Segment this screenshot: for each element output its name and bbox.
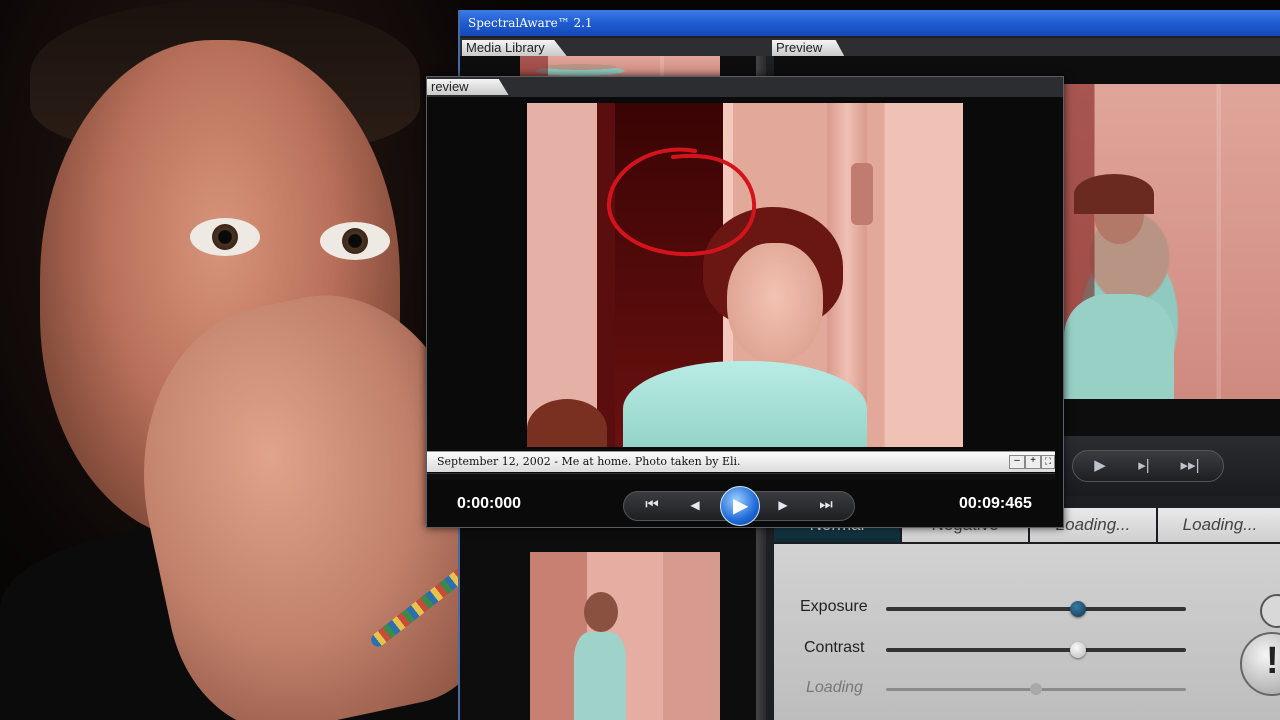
mode-tab-loading-2[interactable]: Loading...	[1158, 508, 1280, 542]
photo-woman-shirt	[623, 361, 867, 447]
left-eye	[190, 218, 260, 256]
play-icon: ▶	[733, 495, 749, 517]
minimize-icon[interactable]: –	[1009, 455, 1025, 469]
current-time: 0:00:000	[457, 495, 522, 512]
fullscreen-icon[interactable]: ⛶	[1041, 455, 1055, 469]
timeline-bar[interactable]	[427, 473, 1055, 480]
tab-preview-front[interactable]: review	[427, 79, 509, 95]
preview-photo	[527, 103, 963, 447]
loading-label: Loading	[806, 679, 863, 696]
skip-forward-icon[interactable]: ⏭	[806, 490, 846, 520]
loading-slider-knob	[1030, 683, 1042, 695]
round-control-button[interactable]	[1260, 594, 1280, 628]
exposure-slider-knob[interactable]	[1070, 601, 1086, 617]
zoom-icon[interactable]: +	[1025, 455, 1041, 469]
preview-window-tabbar: review	[427, 77, 1063, 97]
red-annotation-circle	[606, 147, 757, 257]
adjustments-panel: Exposure Contrast Loading !	[774, 544, 1280, 720]
contrast-label: Contrast	[804, 639, 865, 656]
library-thumbnail-bottom[interactable]	[530, 552, 720, 720]
preview-window: review September 12, 2002 - Me at home. …	[426, 76, 1064, 528]
exposure-slider[interactable]	[886, 601, 1186, 617]
thumb-figure-head	[584, 592, 618, 632]
contrast-slider-knob[interactable]	[1070, 642, 1086, 658]
photo-caption: September 12, 2002 - Me at home. Photo t…	[437, 455, 741, 468]
back-controls-strip: ▶ ▸| ▸▸|	[1064, 436, 1280, 496]
exposure-label: Exposure	[800, 598, 868, 615]
app-title: SpectralAware™ 2.1	[468, 16, 593, 30]
back-skip-forward-icon[interactable]: ▸▸|	[1173, 451, 1207, 481]
tab-preview[interactable]: Preview	[772, 40, 845, 56]
exclamation-icon: !	[1266, 640, 1279, 682]
back-transport: ▶ ▸| ▸▸|	[1072, 450, 1224, 482]
back-step-forward-icon[interactable]: ▸|	[1129, 451, 1159, 481]
caption-bar: September 12, 2002 - Me at home. Photo t…	[427, 451, 1055, 472]
loading-slider	[886, 683, 1186, 695]
media-library-tabbar: Media Library	[460, 38, 770, 56]
preview-tabbar: Preview	[770, 38, 1280, 56]
transport-controls: ⏮ ◀ ▶ ▶ ⏭	[623, 486, 855, 526]
thumb-figure-body	[574, 632, 626, 720]
contrast-slider[interactable]	[886, 642, 1186, 658]
photo-wall-phone	[851, 163, 873, 225]
right-eye	[320, 222, 390, 260]
photo-chair	[527, 399, 607, 447]
library-thumbnail-top[interactable]	[520, 56, 720, 76]
back-play-icon[interactable]: ▶	[1085, 451, 1115, 481]
app-titlebar[interactable]: SpectralAware™ 2.1	[460, 10, 1280, 36]
step-forward-icon[interactable]: ▶	[768, 490, 798, 520]
total-time: 00:09:465	[959, 495, 1032, 512]
preview-photo-back	[1064, 84, 1280, 399]
step-back-icon[interactable]: ◀	[680, 490, 710, 520]
skip-back-icon[interactable]: ⏮	[632, 490, 672, 520]
play-button[interactable]: ▶	[720, 486, 760, 526]
tab-media-library[interactable]: Media Library	[462, 40, 567, 56]
back-figure-hair	[1074, 174, 1154, 214]
back-figure-shirt	[1064, 294, 1174, 399]
alert-button[interactable]: !	[1240, 632, 1280, 696]
